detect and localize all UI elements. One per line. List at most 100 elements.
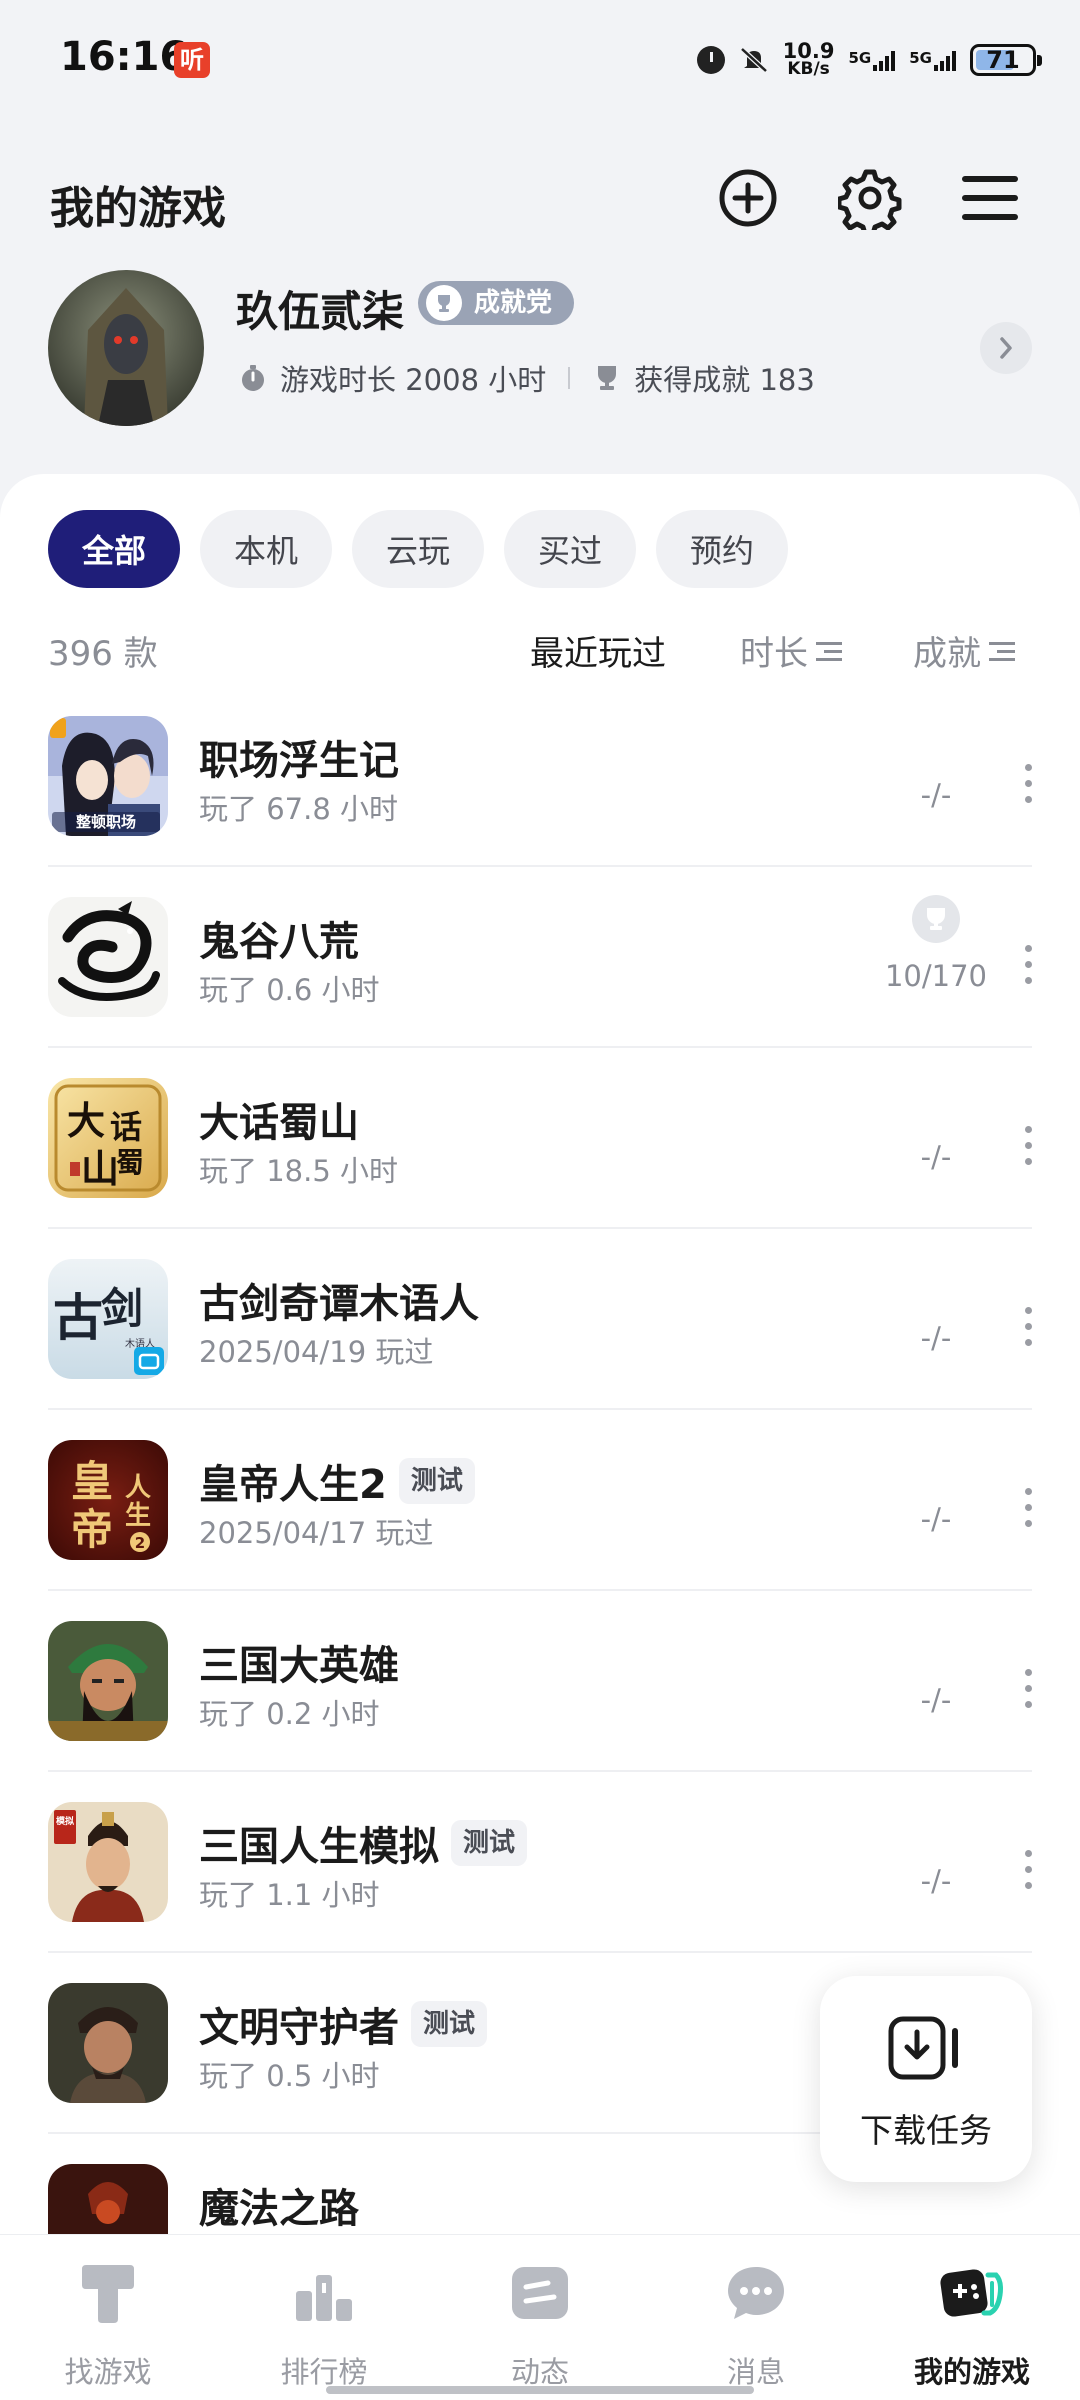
- game-name: 文明守护者 测试: [199, 1995, 488, 2053]
- game-name-text: 文明守护者: [199, 2005, 399, 2051]
- sort-icon: [816, 639, 842, 663]
- list-item[interactable]: 模拟 三国人生模拟 测试 玩了 1.1 小时 -/-: [0, 1772, 1080, 1953]
- nav-feed[interactable]: 动态: [432, 2235, 648, 2400]
- nav-rankings[interactable]: 排行榜: [216, 2235, 432, 2400]
- game-name: 皇帝人生2 测试: [199, 1452, 475, 1510]
- home-indicator[interactable]: [326, 2386, 754, 2394]
- tab-cloud[interactable]: 云玩: [352, 510, 484, 588]
- game-last-played: 2025/04/17 玩过: [199, 1516, 434, 1550]
- tab-local[interactable]: 本机: [200, 510, 332, 588]
- settings-button[interactable]: [838, 166, 902, 230]
- test-tag: 测试: [398, 1458, 475, 1504]
- more-options-button[interactable]: [1018, 1126, 1038, 1166]
- more-options-button[interactable]: [1018, 945, 1038, 985]
- achievement-progress: -/-: [920, 1864, 952, 1898]
- network-speed-value: 10.9: [782, 39, 835, 63]
- achievement-progress: -/-: [920, 1140, 952, 1174]
- game-icon-text: 古: [53, 1288, 103, 1347]
- plus-circle-icon: [719, 169, 777, 227]
- sim2-label: 5G: [909, 49, 932, 67]
- menu-button[interactable]: [958, 166, 1022, 230]
- list-item[interactable]: 皇 帝 人 生 2 皇帝人生2 测试 2025/04/17 玩过 -/-: [0, 1410, 1080, 1591]
- game-name-text: 皇帝人生2: [199, 1462, 387, 1508]
- game-icon-text: 山: [81, 1146, 119, 1191]
- list-item[interactable]: 大 话 蜀 山 大话蜀山 玩了 18.5 小时 -/-: [0, 1048, 1080, 1229]
- stats-divider: [568, 367, 571, 389]
- gamepad-icon: [940, 2269, 1003, 2317]
- nav-find-games[interactable]: 找游戏: [0, 2235, 216, 2400]
- achievement-trophy-icon: [912, 895, 960, 943]
- game-icon: [48, 1621, 168, 1741]
- profile-detail-button[interactable]: [980, 322, 1032, 374]
- chat-bubble-icon: [728, 2267, 784, 2319]
- network-speed-unit: KB/s: [787, 59, 830, 79]
- more-options-button[interactable]: [1018, 764, 1038, 804]
- tab-all[interactable]: 全部: [48, 510, 180, 588]
- nav-label: 找游戏: [64, 2355, 152, 2389]
- game-name: 职场浮生记: [199, 728, 399, 786]
- sort-duration-label: 时长: [740, 634, 808, 674]
- feed-card-icon: [512, 2267, 568, 2319]
- network-speed: 10.9 KB/s: [782, 39, 835, 79]
- tab-reserved[interactable]: 预约: [656, 510, 788, 588]
- game-name: 三国人生模拟 测试: [199, 1814, 528, 1872]
- game-icon-text: 整顿职场: [76, 813, 136, 831]
- achievement-progress: -/-: [920, 1683, 952, 1717]
- more-options-button[interactable]: [1018, 1669, 1038, 1709]
- stopwatch-icon: [238, 363, 268, 393]
- more-options-button[interactable]: [1018, 1307, 1038, 1347]
- game-count: 396 款: [48, 634, 158, 674]
- game-name-text: 三国大英雄: [199, 1643, 399, 1689]
- more-options-button[interactable]: [1018, 1850, 1038, 1890]
- game-name-text: 鬼谷八荒: [199, 919, 359, 965]
- game-playtime: 玩了 67.8 小时: [199, 792, 399, 826]
- game-name: 大话蜀山: [199, 1090, 359, 1148]
- game-name: 古剑奇谭木语人: [199, 1271, 479, 1329]
- playtime-text: 游戏时长 2008 小时: [280, 363, 547, 397]
- game-icon: 整顿职场: [48, 716, 168, 836]
- game-name-text: 魔法之路: [199, 2186, 359, 2232]
- status-bar: 16:16 听 10.9 KB/s 5G 5G 71: [0, 0, 1080, 120]
- game-icon: 皇 帝 人 生 2: [48, 1440, 168, 1560]
- chevron-right-icon: [1000, 337, 1012, 359]
- game-icon-text: 话: [110, 1108, 142, 1146]
- title-badge-label: 成就党: [474, 288, 553, 318]
- achievement-progress: -/-: [920, 778, 952, 812]
- game-icon-text: 大: [67, 1098, 105, 1143]
- game-name: 三国大英雄: [199, 1633, 399, 1691]
- add-game-button[interactable]: [716, 166, 780, 230]
- nav-messages[interactable]: 消息: [648, 2235, 864, 2400]
- more-options-button[interactable]: [1018, 1488, 1038, 1528]
- trophy-icon: [426, 285, 462, 321]
- game-name-text: 职场浮生记: [199, 738, 399, 784]
- filter-tabs: 全部 本机 云玩 买过 预约: [48, 510, 788, 588]
- avatar[interactable]: [48, 270, 204, 426]
- sort-achievement[interactable]: 成就: [913, 626, 1015, 675]
- sim1-signal: 5G: [849, 49, 896, 71]
- tab-purchased[interactable]: 买过: [504, 510, 636, 588]
- sort-recent[interactable]: 最近玩过: [530, 626, 666, 675]
- sort-duration[interactable]: 时长: [740, 626, 842, 675]
- game-playtime: 玩了 1.1 小时: [199, 1878, 380, 1912]
- download-tasks-button[interactable]: 下载任务: [820, 1976, 1032, 2182]
- t-shape-icon: [82, 2265, 134, 2323]
- game-icon: 模拟: [48, 1802, 168, 1922]
- bottom-nav: 找游戏 排行榜 动态 消息 我的游戏: [0, 2234, 1080, 2400]
- hamburger-icon: [962, 176, 1018, 220]
- title-badge[interactable]: 成就党: [418, 281, 575, 325]
- game-playtime: 玩了 18.5 小时: [199, 1154, 399, 1188]
- game-icon-text: 帝: [71, 1505, 113, 1554]
- game-icon-text: 剑: [101, 1284, 143, 1333]
- signal-bars-icon: [934, 49, 956, 71]
- game-name: 魔法之路: [199, 2176, 359, 2234]
- list-item[interactable]: 古 剑 木语人 古剑奇谭木语人 2025/04/19 玩过 -/-: [0, 1229, 1080, 1410]
- achievement-progress: -/-: [920, 1502, 952, 1536]
- game-icon: [48, 897, 168, 1017]
- list-item[interactable]: 整顿职场 职场浮生记 玩了 67.8 小时 -/-: [0, 686, 1080, 867]
- list-item[interactable]: 鬼谷八荒 玩了 0.6 小时 10/170: [0, 867, 1080, 1048]
- list-item[interactable]: 三国大英雄 玩了 0.2 小时 -/-: [0, 1591, 1080, 1772]
- game-icon: 大 话 蜀 山: [48, 1078, 168, 1198]
- game-playtime: 玩了 0.2 小时: [199, 1697, 380, 1731]
- test-tag: 测试: [411, 2001, 488, 2047]
- nav-my-games[interactable]: 我的游戏: [864, 2235, 1080, 2400]
